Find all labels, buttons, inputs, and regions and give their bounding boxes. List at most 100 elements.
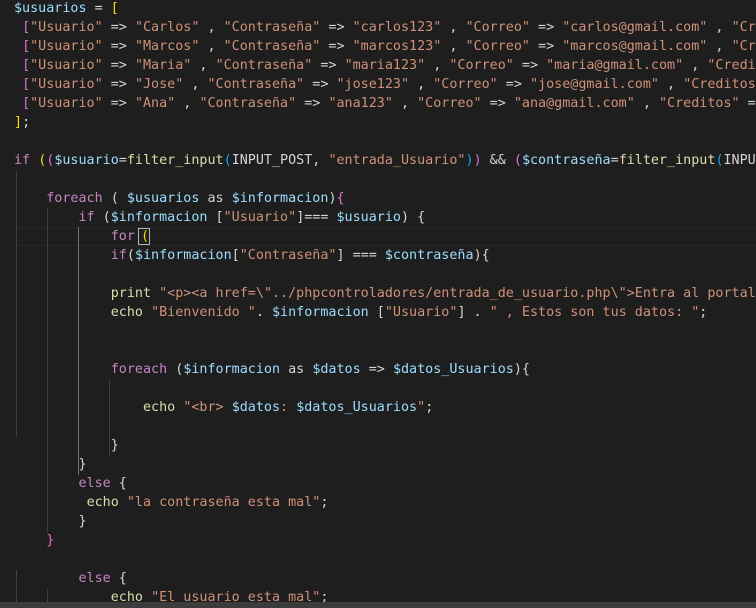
code-token: "<br>	[183, 400, 232, 415]
code-token: echo	[110, 305, 143, 320]
code-token: [	[22, 39, 31, 54]
code-token: foreach	[110, 362, 168, 377]
code-token: "Contraseña"	[239, 248, 337, 263]
code-token: :	[280, 400, 297, 415]
code-token: =>	[320, 39, 353, 54]
code-line: }	[14, 531, 54, 550]
code-token: else	[78, 476, 111, 491]
code-token: "	[417, 400, 426, 415]
code-line: foreach ( $usuarios as $informacion){	[14, 189, 344, 208]
code-token: "maria123"	[344, 58, 426, 73]
code-token: =>	[530, 39, 563, 54]
code-token: =>	[102, 77, 135, 92]
code-token: $usuarios	[14, 1, 87, 16]
code-token: $informacion	[183, 362, 281, 377]
code-token: "Credito	[731, 39, 756, 54]
code-token: foreach	[46, 191, 103, 206]
code-token: =>	[513, 58, 547, 73]
caret-char: (	[141, 229, 150, 244]
code-token: $usuarios	[126, 191, 200, 206]
code-token: "Contraseña"	[223, 39, 321, 54]
code-line: }	[14, 436, 119, 455]
code-token: ,	[707, 39, 732, 54]
code-token: [	[110, 1, 119, 16]
code-token: "<p><a href=\"../phpcontroladores/entrad…	[159, 286, 756, 301]
code-token: ,	[634, 96, 659, 111]
code-token: ,	[409, 77, 434, 92]
code-line: }	[14, 455, 87, 474]
code-token: "entrada_Usuario"	[328, 153, 466, 168]
code-token: ,	[199, 39, 224, 54]
code-editor[interactable]: $usuarios = [ ["Usuario" => "Carlos" , "…	[0, 0, 756, 608]
code-token: (	[223, 153, 232, 168]
code-token: $informacion	[272, 305, 369, 320]
code-token: as	[199, 191, 232, 206]
code-token: =>	[481, 96, 514, 111]
code-token: =>	[304, 77, 337, 92]
code-token: $datos	[231, 400, 281, 415]
code-token: "carlos@gmail.com"	[562, 20, 708, 35]
code-token: "maria@gmail.com"	[546, 58, 684, 73]
code-token: =>	[102, 39, 135, 54]
code-token: =>	[296, 96, 329, 111]
code-token: "Usuario"	[30, 58, 103, 73]
code-token: }	[46, 533, 55, 548]
code-token: (	[513, 153, 522, 168]
code-line: }	[14, 512, 86, 531]
code-token: }	[14, 457, 87, 472]
code-token: )	[473, 153, 482, 168]
code-token: "Usuario"	[30, 20, 103, 35]
code-token: )	[465, 153, 474, 168]
code-token: "Correo"	[417, 96, 482, 111]
code-line: for	[14, 227, 143, 246]
code-token: $contraseña	[521, 153, 611, 168]
code-token: "Usuario"	[30, 39, 103, 54]
horizontal-scrollbar[interactable]	[0, 602, 756, 608]
code-token: filter_input	[126, 153, 224, 168]
code-token: =>	[102, 58, 135, 73]
code-token: (	[715, 153, 724, 168]
code-token: "Contraseña"	[215, 58, 313, 73]
code-token: $informacion	[134, 248, 232, 263]
code-line: if ($informacion ["Usuario"]=== $usuario…	[14, 208, 426, 227]
code-line: echo "Bienvenido ". $informacion ["Usuar…	[14, 303, 708, 322]
code-line: ["Usuario" => "Carlos" , "Contraseña" =>…	[14, 18, 756, 37]
code-token: ,	[707, 20, 732, 35]
code-token: "Credito	[731, 20, 756, 35]
code-token: "jose123"	[336, 77, 410, 92]
code-token: "ana123"	[328, 96, 393, 111]
code-token: "Jose"	[134, 77, 184, 92]
code-token: else	[78, 571, 111, 586]
code-token: "Usuario"	[30, 77, 103, 92]
code-token: ){	[513, 362, 530, 377]
code-token: "Creditos"	[659, 96, 740, 111]
code-token: "Creditos"	[707, 58, 756, 73]
code-token: =>	[747, 96, 756, 111]
code-token: "Correo"	[449, 58, 514, 73]
code-token: [	[231, 248, 240, 263]
code-token: (	[102, 191, 127, 206]
code-token: $informacion	[231, 191, 329, 206]
code-token: "carlos123"	[352, 20, 442, 35]
code-token: =	[610, 153, 619, 168]
code-token: "Maria"	[134, 58, 192, 73]
code-token: ,	[199, 20, 224, 35]
code-line: else {	[14, 474, 127, 493]
code-token: "Contraseña"	[199, 96, 297, 111]
code-token: ,	[191, 58, 216, 73]
code-token: =	[86, 1, 111, 16]
code-token: "Usuario"	[30, 96, 103, 111]
code-token: for	[110, 229, 135, 244]
code-token: ,	[425, 58, 450, 73]
